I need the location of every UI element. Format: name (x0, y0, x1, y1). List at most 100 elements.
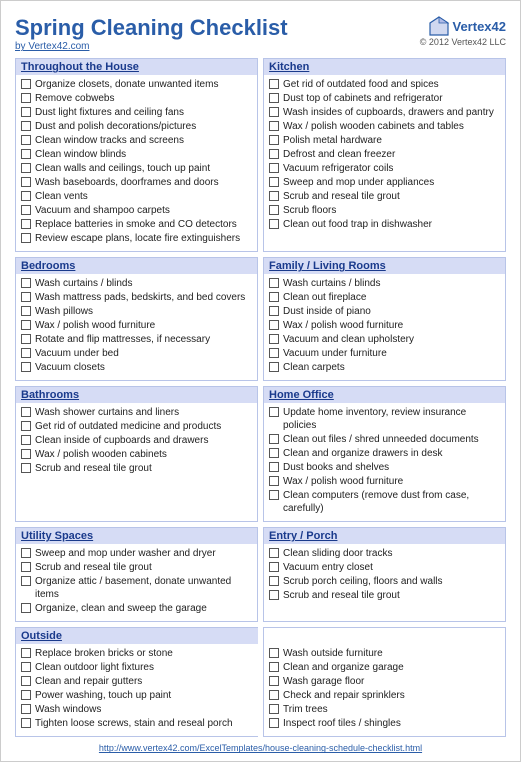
item-label: Scrub and reseal tile grout (283, 190, 400, 203)
checkbox[interactable] (269, 476, 279, 486)
list-item: Dust top of cabinets and refrigerator (269, 92, 500, 105)
checkbox[interactable] (269, 676, 279, 686)
list-item: Wax / polish wood furniture (21, 319, 252, 332)
list-item: Update home inventory, review insurance … (269, 406, 500, 432)
checkbox[interactable] (269, 163, 279, 173)
checkbox[interactable] (269, 191, 279, 201)
checkbox[interactable] (21, 562, 31, 572)
checkbox[interactable] (269, 576, 279, 586)
checkbox[interactable] (269, 107, 279, 117)
checkbox[interactable] (269, 718, 279, 728)
checkbox[interactable] (269, 562, 279, 572)
checkbox[interactable] (21, 435, 31, 445)
checkbox[interactable] (21, 93, 31, 103)
list-item: Wash baseboards, doorframes and doors (21, 176, 252, 189)
checkbox[interactable] (269, 177, 279, 187)
checkbox[interactable] (21, 177, 31, 187)
checkbox[interactable] (21, 548, 31, 558)
outside-right-items: Wash outside furnitureClean and organize… (269, 647, 500, 730)
checkbox[interactable] (21, 135, 31, 145)
checkbox[interactable] (269, 121, 279, 131)
footer-url[interactable]: http://www.vertex42.com/ExcelTemplates/h… (99, 743, 422, 753)
checkbox[interactable] (21, 676, 31, 686)
item-label: Polish metal hardware (283, 134, 382, 147)
checkbox[interactable] (21, 79, 31, 89)
section-title-utility: Utility Spaces (16, 528, 257, 544)
item-label: Replace broken bricks or stone (35, 647, 173, 660)
checkbox[interactable] (21, 662, 31, 672)
checkbox[interactable] (21, 407, 31, 417)
item-label: Clean out files / shred unneeded documen… (283, 433, 479, 446)
checkbox[interactable] (21, 449, 31, 459)
footer[interactable]: http://www.vertex42.com/ExcelTemplates/h… (15, 743, 506, 753)
checkbox[interactable] (21, 421, 31, 431)
item-label: Vacuum and shampoo carpets (35, 204, 170, 217)
item-label: Clean and organize drawers in desk (283, 447, 443, 460)
checkbox[interactable] (21, 292, 31, 302)
checkbox[interactable] (269, 407, 279, 417)
checkbox[interactable] (21, 306, 31, 316)
checkbox[interactable] (21, 205, 31, 215)
checkbox[interactable] (269, 219, 279, 229)
checkbox[interactable] (269, 590, 279, 600)
logo: Vertex42 (420, 15, 506, 37)
checkbox[interactable] (21, 690, 31, 700)
list-item: Get rid of outdated food and spices (269, 78, 500, 91)
section-bathrooms: Bathrooms Wash shower curtains and liner… (15, 386, 258, 522)
checkbox[interactable] (269, 306, 279, 316)
section-title-bathrooms: Bathrooms (16, 387, 257, 403)
checkbox[interactable] (21, 219, 31, 229)
checkbox[interactable] (21, 576, 31, 586)
checkbox[interactable] (21, 334, 31, 344)
checkbox[interactable] (269, 135, 279, 145)
checkbox[interactable] (269, 334, 279, 344)
checkbox[interactable] (269, 278, 279, 288)
checkbox[interactable] (269, 490, 279, 500)
checkbox[interactable] (269, 704, 279, 714)
checkbox[interactable] (21, 348, 31, 358)
checkbox[interactable] (21, 648, 31, 658)
checkbox[interactable] (269, 292, 279, 302)
checkbox[interactable] (269, 362, 279, 372)
checkbox[interactable] (269, 462, 279, 472)
list-item: Vacuum under furniture (269, 347, 500, 360)
checkbox[interactable] (21, 163, 31, 173)
checkbox[interactable] (21, 718, 31, 728)
list-item: Dust and polish decorations/pictures (21, 120, 252, 133)
checkbox[interactable] (21, 149, 31, 159)
checkbox[interactable] (269, 205, 279, 215)
checkbox[interactable] (269, 320, 279, 330)
checkbox[interactable] (269, 690, 279, 700)
checkbox[interactable] (269, 548, 279, 558)
checkbox[interactable] (21, 121, 31, 131)
checkbox[interactable] (21, 463, 31, 473)
checkbox[interactable] (21, 603, 31, 613)
checkbox[interactable] (269, 434, 279, 444)
checkbox[interactable] (21, 278, 31, 288)
checkbox[interactable] (269, 79, 279, 89)
checkbox[interactable] (269, 662, 279, 672)
checkbox[interactable] (269, 448, 279, 458)
list-item: Wash curtains / blinds (269, 277, 500, 290)
kitchen-items: Get rid of outdated food and spicesDust … (269, 78, 500, 231)
checkbox[interactable] (269, 93, 279, 103)
list-item: Clean and organize drawers in desk (269, 447, 500, 460)
checkbox[interactable] (21, 362, 31, 372)
item-label: Clean out food trap in dishwasher (283, 218, 432, 231)
checkbox[interactable] (21, 107, 31, 117)
checkbox[interactable] (269, 648, 279, 658)
list-item: Scrub and reseal tile grout (21, 561, 252, 574)
checkbox[interactable] (21, 191, 31, 201)
item-label: Wax / polish wood furniture (35, 319, 155, 332)
family-items: Wash curtains / blindsClean out fireplac… (269, 277, 500, 374)
checkbox[interactable] (21, 320, 31, 330)
item-label: Inspect roof tiles / shingles (283, 717, 401, 730)
item-label: Organize, clean and sweep the garage (35, 602, 207, 615)
checkbox[interactable] (269, 149, 279, 159)
checkbox[interactable] (269, 348, 279, 358)
list-item: Scrub and reseal tile grout (269, 190, 500, 203)
checkbox[interactable] (21, 704, 31, 714)
checkbox[interactable] (21, 233, 31, 243)
item-label: Vacuum closets (35, 361, 105, 374)
list-item: Clean computers (remove dust from case, … (269, 489, 500, 515)
